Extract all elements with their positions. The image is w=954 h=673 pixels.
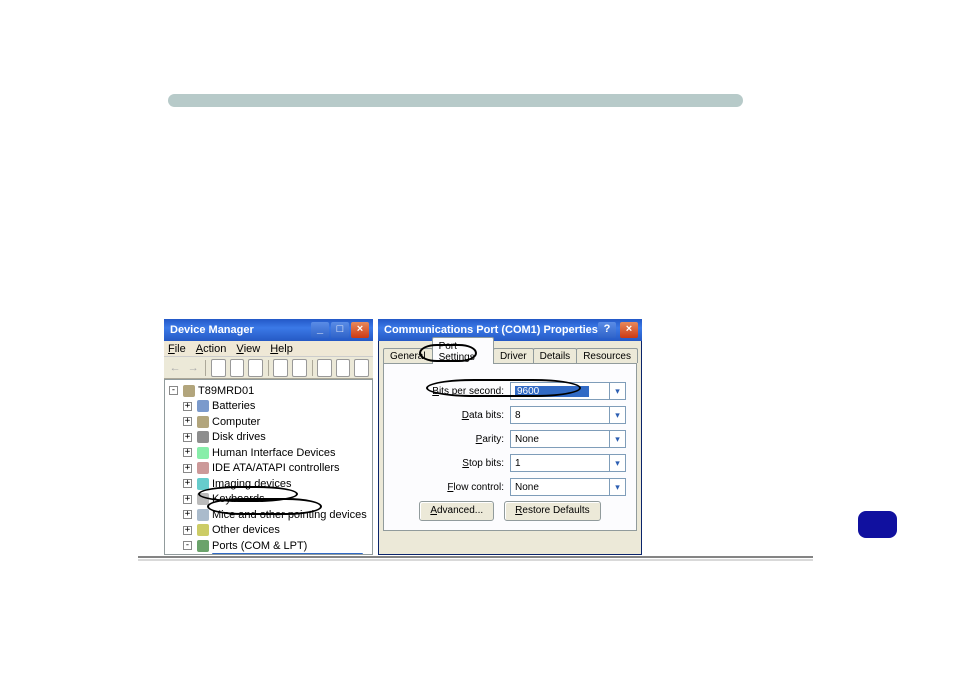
label-databits: Data bits: <box>462 410 504 421</box>
help-button[interactable]: ? <box>598 322 616 338</box>
menu-file[interactable]: File <box>168 343 186 355</box>
bottom-rule <box>138 556 813 558</box>
close-button[interactable]: × <box>351 322 369 338</box>
properties-icon[interactable] <box>211 359 226 377</box>
back-button: ← <box>168 359 182 377</box>
tab-panel: Bits per second: 9600▾ Data bits: 8▾ Par… <box>383 363 637 531</box>
bottom-rule-light <box>138 559 813 561</box>
hid-icon <box>197 447 209 459</box>
tab-details[interactable]: Details <box>533 348 578 363</box>
dm-menubar: File Action View Help <box>164 341 373 357</box>
node-other[interactable]: +Other devices <box>183 523 280 537</box>
node-imaging[interactable]: +Imaging devices <box>183 477 292 491</box>
update-icon[interactable] <box>336 359 351 377</box>
tab-general[interactable]: General <box>383 348 433 363</box>
close-button[interactable]: × <box>620 322 638 338</box>
keyboard-icon <box>197 493 209 505</box>
computer-icon <box>197 416 209 428</box>
node-hid[interactable]: +Human Interface Devices <box>183 446 336 460</box>
minimize-button[interactable]: _ <box>311 322 329 338</box>
tab-driver[interactable]: Driver <box>493 348 534 363</box>
dialog-body: General Port Settings Driver Details Res… <box>378 341 642 555</box>
disk-icon <box>197 431 209 443</box>
chevron-down-icon: ▾ <box>609 383 625 399</box>
tab-strip: General Port Settings Driver Details Res… <box>383 345 637 363</box>
imaging-icon <box>197 478 209 490</box>
chevron-down-icon: ▾ <box>609 479 625 495</box>
toolbar-separator <box>312 360 313 376</box>
combo-bps[interactable]: 9600▾ <box>510 382 626 400</box>
print-icon[interactable] <box>230 359 245 377</box>
node-com1[interactable]: Communications Port (COM1) <box>197 553 363 556</box>
page-badge <box>858 511 897 538</box>
combo-flow[interactable]: None▾ <box>510 478 626 496</box>
node-keyboards[interactable]: +Keyboards <box>183 492 265 506</box>
dm-title: Device Manager <box>168 324 311 336</box>
menu-view[interactable]: View <box>236 343 260 355</box>
screenshot-area: Device Manager _ □ × File Action View He… <box>164 319 664 555</box>
chevron-down-icon: ▾ <box>609 431 625 447</box>
restore-defaults-button[interactable]: Restore Defaults <box>504 501 601 521</box>
node-computer[interactable]: +Computer <box>183 415 260 429</box>
combo-stopbits[interactable]: 1▾ <box>510 454 626 472</box>
ide-icon <box>197 462 209 474</box>
chevron-down-icon: ▾ <box>609 407 625 423</box>
refresh-icon[interactable] <box>292 359 307 377</box>
forward-button: → <box>186 359 200 377</box>
toolbar-separator <box>205 360 206 376</box>
advanced-button[interactable]: Advanced... <box>419 501 494 521</box>
pp-title: Communications Port (COM1) Properties <box>382 324 598 336</box>
device-manager-window: Device Manager _ □ × File Action View He… <box>164 319 373 555</box>
menu-action[interactable]: Action <box>196 343 227 355</box>
port-icon <box>197 554 209 556</box>
chevron-down-icon: ▾ <box>609 455 625 471</box>
other-icon <box>197 524 209 536</box>
node-mice[interactable]: +Mice and other pointing devices <box>183 508 367 522</box>
combo-databits[interactable]: 8▾ <box>510 406 626 424</box>
label-parity: Parity: <box>476 434 504 445</box>
combo-parity[interactable]: None▾ <box>510 430 626 448</box>
port-icon <box>197 540 209 552</box>
pp-titlebar[interactable]: Communications Port (COM1) Properties ? … <box>378 319 642 341</box>
label-bps: Bits per second: <box>432 386 504 397</box>
root-node[interactable]: -T89MRD01 <box>169 384 254 398</box>
battery-icon <box>197 400 209 412</box>
dm-toolbar: ← → <box>164 357 373 379</box>
tab-resources[interactable]: Resources <box>576 348 638 363</box>
node-ide[interactable]: +IDE ATA/ATAPI controllers <box>183 461 340 475</box>
node-disk[interactable]: +Disk drives <box>183 430 266 444</box>
maximize-button[interactable]: □ <box>331 322 349 338</box>
scan-icon[interactable] <box>273 359 288 377</box>
properties-window: Communications Port (COM1) Properties ? … <box>378 319 642 555</box>
menu-help[interactable]: Help <box>270 343 293 355</box>
computer-icon <box>183 385 195 397</box>
node-ports[interactable]: -Ports (COM & LPT) <box>183 539 307 553</box>
dm-titlebar[interactable]: Device Manager _ □ × <box>164 319 373 341</box>
disable-icon[interactable] <box>354 359 369 377</box>
label-stopbits: Stop bits: <box>462 458 504 469</box>
page-icon[interactable] <box>248 359 263 377</box>
toolbar-separator <box>268 360 269 376</box>
uninstall-icon[interactable] <box>317 359 332 377</box>
tab-port-settings[interactable]: Port Settings <box>432 337 494 364</box>
header-bar <box>168 94 743 107</box>
device-tree[interactable]: -T89MRD01 +Batteries +Computer +Disk dri… <box>164 379 373 555</box>
mouse-icon <box>197 509 209 521</box>
node-batteries[interactable]: +Batteries <box>183 399 255 413</box>
label-flow: Flow control: <box>447 482 504 493</box>
